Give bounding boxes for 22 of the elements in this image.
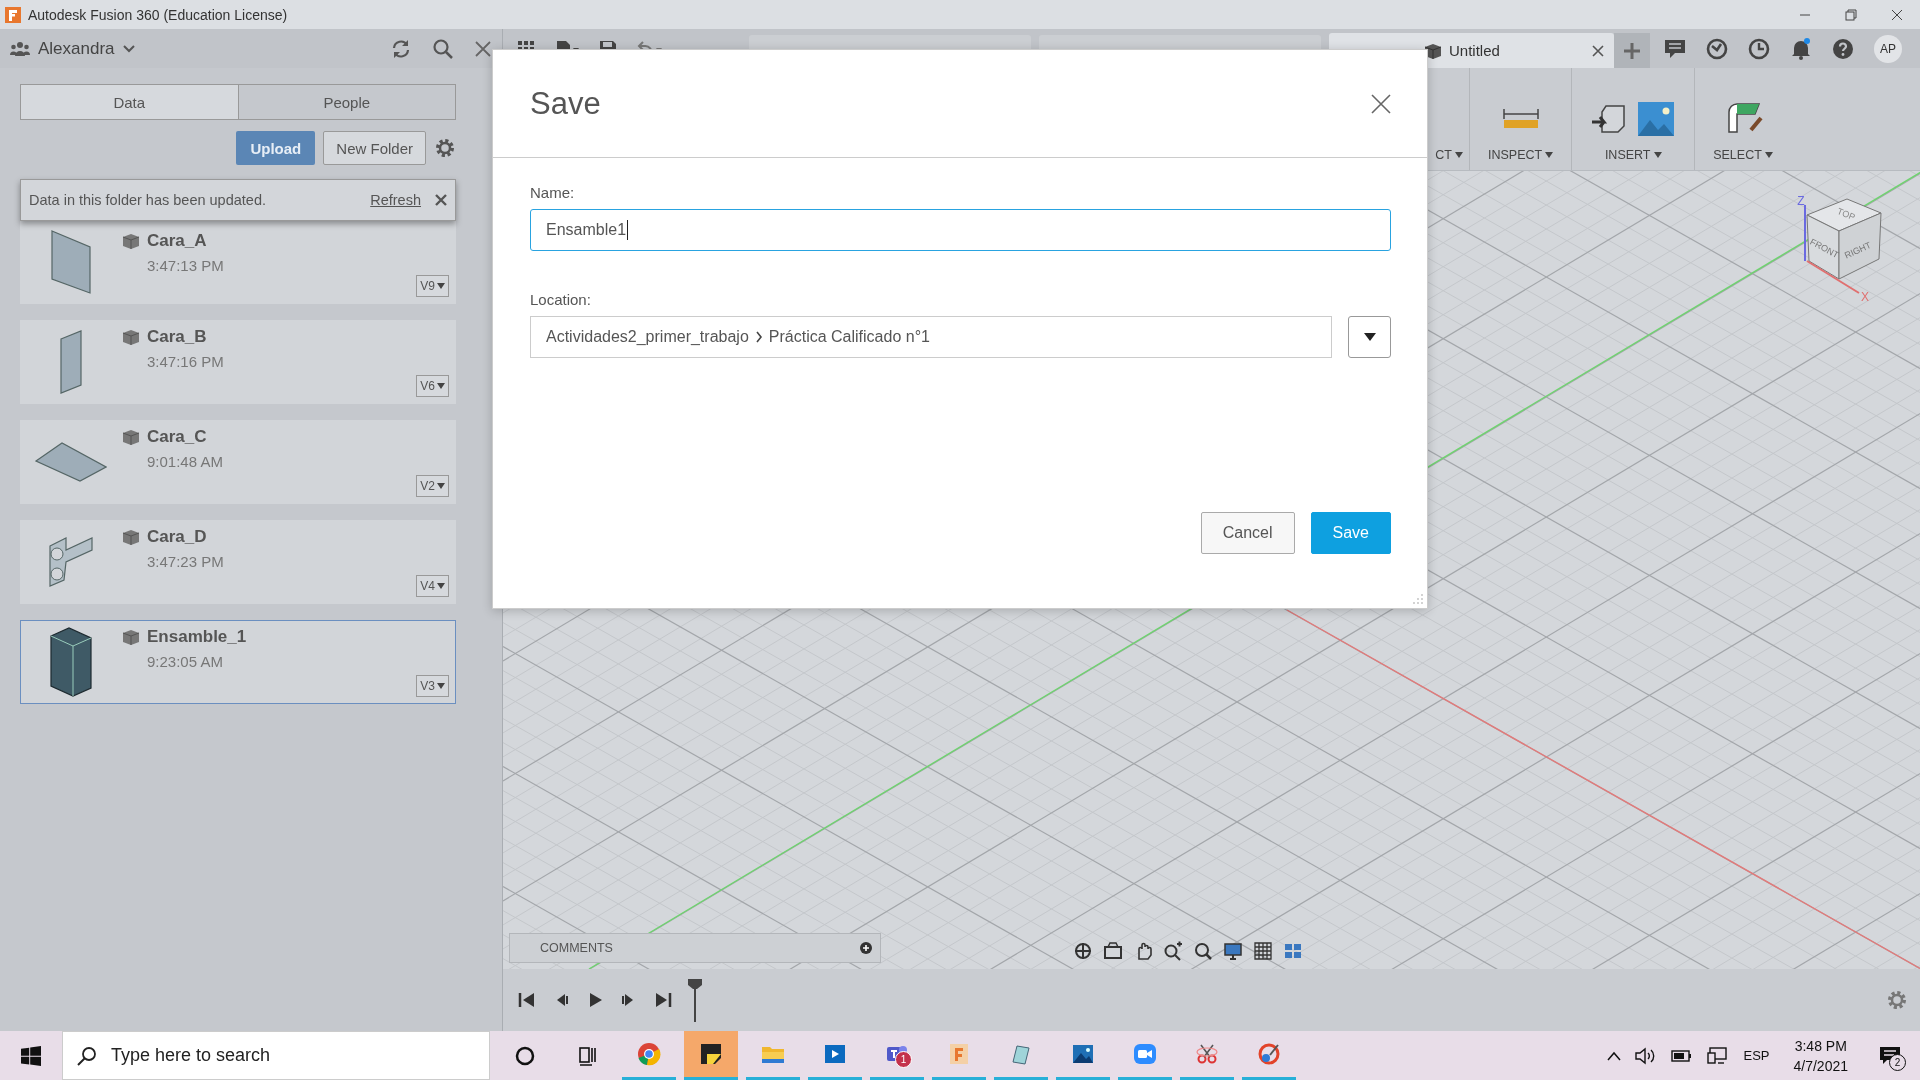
notification-text: Data in this folder has been updated. [29, 192, 267, 208]
file-name: Cara_C [147, 427, 207, 447]
file-time: 9:23:05 AM [147, 653, 224, 670]
version-label: V3 [420, 679, 435, 693]
file-time: 9:01:48 AM [147, 453, 223, 470]
dialog-title: Save [530, 85, 602, 122]
version-label: V2 [420, 479, 435, 493]
file-time: 3:47:23 PM [147, 553, 224, 570]
notification-badge: 1 [895, 1051, 912, 1068]
file-name: Cara_B [147, 327, 207, 347]
window-title: Autodesk Fusion 360 (Education License) [28, 6, 289, 23]
file-time: 3:47:16 PM [147, 353, 224, 370]
field-label: Name: [530, 184, 576, 201]
file-name: Cara_A [147, 231, 207, 251]
version-label: V6 [420, 379, 435, 393]
version-label: V4 [420, 579, 435, 593]
file-time: 3:47:13 PM [147, 257, 224, 274]
field-label: Location: [530, 291, 592, 308]
version-label: V9 [420, 279, 435, 293]
file-name: Ensamble_1 [147, 627, 247, 647]
file-name: Cara_D [147, 527, 207, 547]
comments-label: COMMENTS [540, 941, 614, 955]
